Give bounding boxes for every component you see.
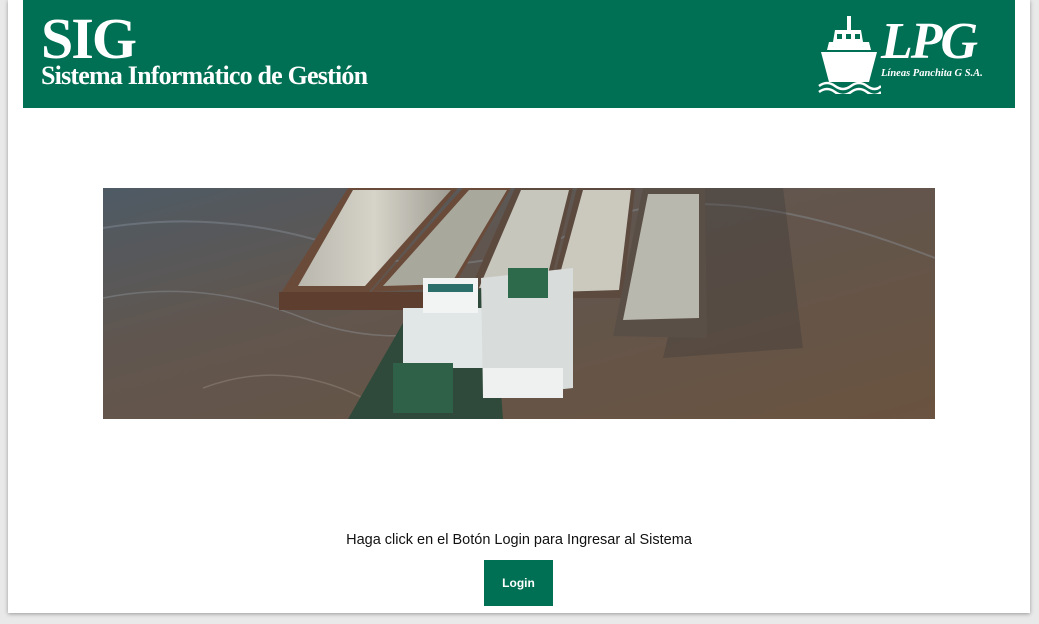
company-logo: LPG Líneas Panchita G S.A. bbox=[817, 12, 997, 96]
barge-convoy-photo bbox=[103, 188, 935, 419]
page: SIG Sistema Informático de Gestión LPG L… bbox=[8, 0, 1030, 613]
logo-subtext: Líneas Panchita G S.A. bbox=[881, 68, 983, 79]
app-subtitle: Sistema Informático de Gestión bbox=[41, 61, 368, 90]
app-title: SIG bbox=[41, 6, 137, 71]
hero-image bbox=[103, 188, 935, 419]
login-instruction: Haga click en el Botón Login para Ingres… bbox=[346, 531, 692, 548]
logo-text: LPG bbox=[881, 13, 978, 70]
login-button[interactable]: Login bbox=[484, 560, 553, 606]
ship-icon bbox=[818, 16, 881, 94]
app-header: SIG Sistema Informático de Gestión LPG L… bbox=[23, 0, 1015, 108]
